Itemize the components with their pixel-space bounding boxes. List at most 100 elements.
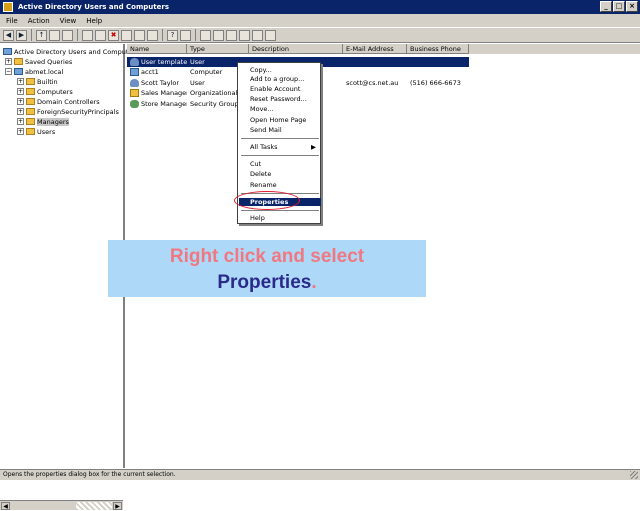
app-icon — [3, 2, 13, 12]
tree-item-computers[interactable]: + Computers — [17, 87, 73, 96]
row-name: User template — [141, 58, 187, 66]
row-name: Store Managers — [141, 100, 187, 108]
menu-item-all-tasks[interactable]: All Tasks ▶ — [239, 143, 321, 151]
column-header-type[interactable]: Type — [187, 44, 249, 54]
menu-item-reset-password[interactable]: Reset Password... — [239, 95, 321, 103]
tree-item-label: Computers — [37, 87, 73, 96]
new-user-icon[interactable] — [200, 29, 211, 41]
refresh-icon[interactable] — [62, 29, 73, 41]
menu-item-copy[interactable]: Copy... — [239, 66, 321, 74]
organizational-unit-icon — [130, 89, 139, 97]
menu-item-send-mail[interactable]: Send Mail — [239, 126, 321, 134]
toolbar-separator — [77, 29, 78, 41]
menu-item-help[interactable]: Help — [239, 214, 321, 222]
expand-icon[interactable]: + — [17, 108, 24, 115]
tree-item-saved-queries[interactable]: + Saved Queries — [5, 57, 72, 66]
folder-icon — [26, 78, 35, 85]
tree-item-managers[interactable]: + Managers — [17, 117, 69, 126]
scroll-left-icon[interactable]: ◀ — [1, 502, 10, 510]
maximize-button[interactable]: □ — [613, 1, 625, 12]
back-icon[interactable]: ◀ — [3, 29, 14, 41]
callout-period: . — [311, 272, 317, 293]
menu-action[interactable]: Action — [28, 17, 50, 25]
help-icon[interactable]: ? — [167, 29, 178, 41]
user-icon — [130, 58, 139, 66]
resize-grip-icon[interactable] — [630, 471, 638, 479]
cut-icon[interactable] — [82, 29, 93, 41]
up-folder-icon[interactable]: ↑ — [36, 29, 47, 41]
toolbar: ◀ ▶ ↑ ✖ ? — [0, 27, 640, 43]
folder-icon — [26, 108, 35, 115]
user-icon — [130, 79, 139, 87]
expand-icon[interactable]: + — [17, 118, 24, 125]
row-email: scott@cs.net.au — [346, 79, 399, 87]
tree-item-builtin[interactable]: + Builtin — [17, 77, 58, 86]
column-header-email[interactable]: E-Mail Address — [343, 44, 407, 54]
expand-icon[interactable]: + — [17, 128, 24, 135]
menu-separator — [241, 210, 319, 211]
table-row[interactable]: Store Managers Security Group — [127, 99, 249, 109]
row-phone: (516) 666-6673 — [410, 79, 461, 87]
tree-item-domain[interactable]: − abmet.local — [5, 67, 63, 76]
window-title: Active Directory Users and Computers — [18, 3, 169, 11]
folder-icon — [26, 88, 35, 95]
new-ou-icon[interactable] — [226, 29, 237, 41]
group-icon — [130, 100, 139, 108]
copy-icon[interactable] — [95, 29, 106, 41]
menu-separator — [241, 155, 319, 156]
export-list-icon[interactable] — [147, 29, 158, 41]
menu-help[interactable]: Help — [86, 17, 102, 25]
minimize-button[interactable]: _ — [600, 1, 612, 12]
column-header-phone[interactable]: Business Phone — [407, 44, 469, 54]
show-tree-icon[interactable] — [49, 29, 60, 41]
menu-file[interactable]: File — [6, 17, 18, 25]
table-row[interactable]: acct1 Computer — [127, 67, 249, 77]
status-text: Opens the properties dialog box for the … — [3, 471, 176, 478]
scrollbar-thumb[interactable] — [76, 502, 112, 510]
delete-icon[interactable]: ✖ — [108, 29, 119, 41]
find-icon[interactable] — [252, 29, 263, 41]
forward-icon[interactable]: ▶ — [16, 29, 27, 41]
collapse-icon[interactable]: − — [5, 68, 12, 75]
menu-item-open-home-page[interactable]: Open Home Page — [239, 116, 321, 124]
tree-item-users[interactable]: + Users — [17, 127, 55, 136]
folder-icon — [26, 128, 35, 135]
tree-item-foreign-security[interactable]: + ForeignSecurityPrincipals — [17, 107, 119, 116]
menu-item-add-to-group[interactable]: Add to a group... — [239, 75, 321, 83]
callout-line-1: Right click and select — [169, 246, 365, 267]
close-button[interactable]: × — [626, 1, 638, 12]
column-header-name[interactable]: Name — [127, 44, 187, 54]
tree-item-label: Domain Controllers — [37, 97, 100, 106]
filter-icon[interactable] — [239, 29, 250, 41]
table-row[interactable]: Sales Managers Organizational — [127, 88, 249, 98]
domain-icon — [14, 68, 23, 75]
menu-view[interactable]: View — [60, 17, 77, 25]
expand-icon[interactable]: + — [17, 78, 24, 85]
menu-item-move[interactable]: Move... — [239, 105, 321, 113]
new-group-icon[interactable] — [213, 29, 224, 41]
scroll-right-icon[interactable]: ▶ — [113, 502, 122, 510]
expand-icon[interactable]: + — [17, 98, 24, 105]
tree-item-domain-controllers[interactable]: + Domain Controllers — [17, 97, 100, 106]
menu-separator — [241, 138, 319, 139]
highlight-circle — [234, 191, 300, 210]
add-to-group-icon[interactable] — [265, 29, 276, 41]
tree-horizontal-scrollbar[interactable]: ◀ ▶ — [0, 500, 123, 510]
refresh-list-icon[interactable] — [134, 29, 145, 41]
expand-icon[interactable]: + — [17, 88, 24, 95]
column-header-description[interactable]: Description — [249, 44, 343, 54]
row-name: acct1 — [141, 68, 159, 76]
menu-item-delete[interactable]: Delete — [239, 170, 321, 178]
tree-item-root[interactable]: Active Directory Users and Comput — [3, 47, 128, 56]
window-controls: _ □ × — [600, 1, 638, 12]
expand-icon[interactable]: + — [5, 58, 12, 65]
console-icon[interactable] — [180, 29, 191, 41]
toolbar-separator — [195, 29, 196, 41]
properties-icon[interactable] — [121, 29, 132, 41]
row-name: Sales Managers — [141, 89, 187, 97]
menu-item-rename[interactable]: Rename — [239, 181, 321, 189]
tree-item-label: abmet.local — [25, 67, 64, 76]
menu-item-cut[interactable]: Cut — [239, 160, 321, 168]
menu-item-enable-account[interactable]: Enable Account — [239, 85, 321, 93]
tree-item-label: ForeignSecurityPrincipals — [37, 107, 119, 116]
